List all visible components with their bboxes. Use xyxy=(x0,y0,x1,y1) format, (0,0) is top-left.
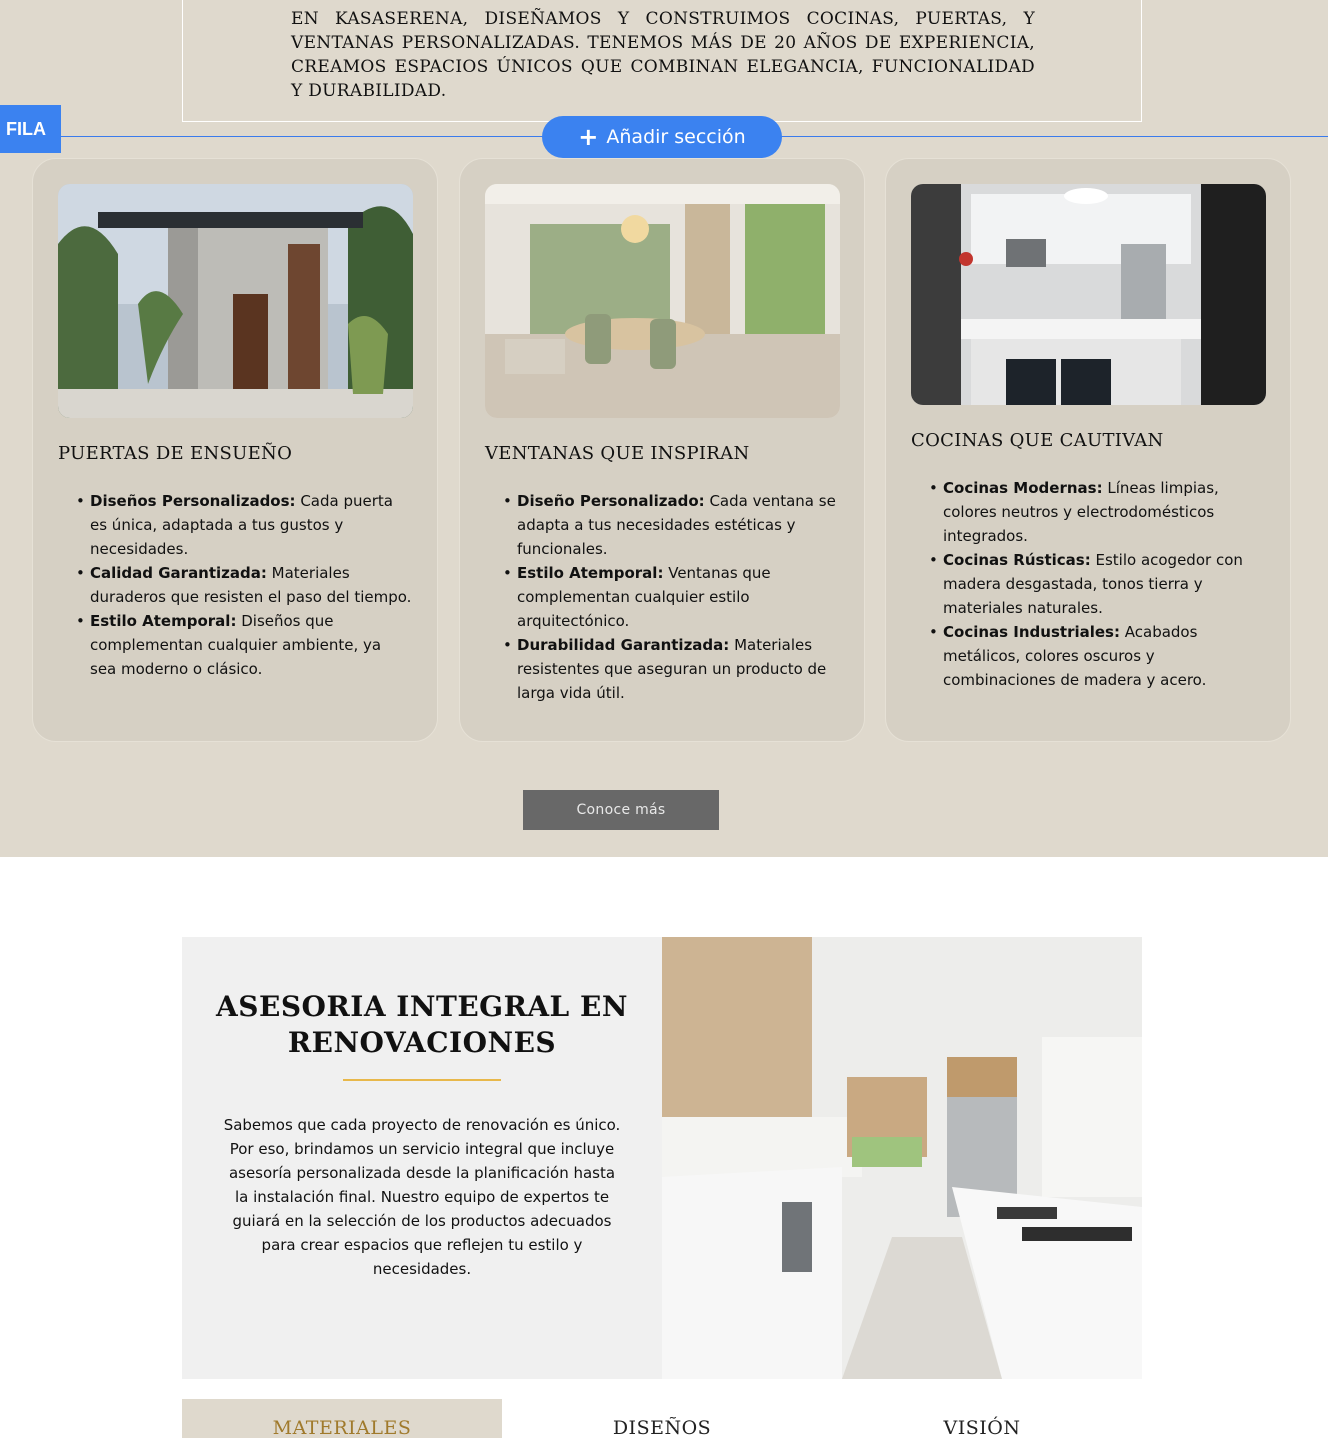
feature-list: Diseño Personalizado: Cada ventana se ad… xyxy=(503,489,839,705)
advice-panel: ASESORIA INTEGRAL EN RENOVACIONES Sabemo… xyxy=(182,937,662,1379)
card-title: COCINAS QUE CAUTIVAN xyxy=(911,430,1164,451)
list-item: Cocinas Rústicas: Estilo acogedor con ma… xyxy=(929,548,1265,620)
list-item: Cocinas Modernas: Líneas limpias, colore… xyxy=(929,476,1265,548)
dining-room-windows-photo xyxy=(485,184,840,418)
card-title: PUERTAS DE ENSUEÑO xyxy=(58,443,293,464)
card-cocinas: COCINAS QUE CAUTIVAN Cocinas Modernas: L… xyxy=(885,158,1291,742)
add-section-label: Añadir sección xyxy=(606,126,746,148)
list-item: Estilo Atemporal: Ventanas que complemen… xyxy=(503,561,839,633)
list-item: Calidad Garantizada: Materiales duradero… xyxy=(76,561,412,609)
card-title: VENTANAS QUE INSPIRAN xyxy=(485,443,750,464)
tab-vision[interactable]: VISIÓN xyxy=(822,1399,1142,1438)
list-item: Estilo Atemporal: Diseños que complement… xyxy=(76,609,412,681)
intro-box: EN KASASERENA, DISEÑAMOS Y CONSTRUIMOS C… xyxy=(182,0,1142,122)
list-item: Cocinas Industriales: Acabados metálicos… xyxy=(929,620,1265,692)
conoce-mas-button[interactable]: Conoce más xyxy=(523,790,719,830)
row-tag[interactable]: FILA xyxy=(0,105,61,153)
add-section-button[interactable]: + Añadir sección xyxy=(542,116,782,158)
modern-house-entrance-photo xyxy=(58,184,413,418)
advice-text: Sabemos que cada proyecto de renovación … xyxy=(223,1116,621,1278)
advice-title: ASESORIA INTEGRAL EN RENOVACIONES xyxy=(216,990,628,1059)
kitchen-renovation-photo xyxy=(662,937,1142,1379)
tab-disenos[interactable]: DISEÑOS xyxy=(502,1399,822,1438)
white-kitchen-photo xyxy=(911,184,1266,405)
list-item: Durabilidad Garantizada: Materiales resi… xyxy=(503,633,839,705)
title-underline xyxy=(343,1079,501,1081)
intro-text: EN KASASERENA, DISEÑAMOS Y CONSTRUIMOS C… xyxy=(291,9,1035,101)
tab-materiales[interactable]: MATERIALES xyxy=(182,1399,502,1438)
card-ventanas: VENTANAS QUE INSPIRAN Diseño Personaliza… xyxy=(459,158,865,742)
card-puertas: PUERTAS DE ENSUEÑO Diseños Personalizado… xyxy=(32,158,438,742)
tabs: MATERIALES DISEÑOS VISIÓN xyxy=(182,1399,1142,1438)
feature-list: Cocinas Modernas: Líneas limpias, colore… xyxy=(929,476,1265,692)
feature-list: Diseños Personalizados: Cada puerta es ú… xyxy=(76,489,412,681)
plus-icon: + xyxy=(578,123,599,151)
list-item: Diseño Personalizado: Cada ventana se ad… xyxy=(503,489,839,561)
list-item: Diseños Personalizados: Cada puerta es ú… xyxy=(76,489,412,561)
